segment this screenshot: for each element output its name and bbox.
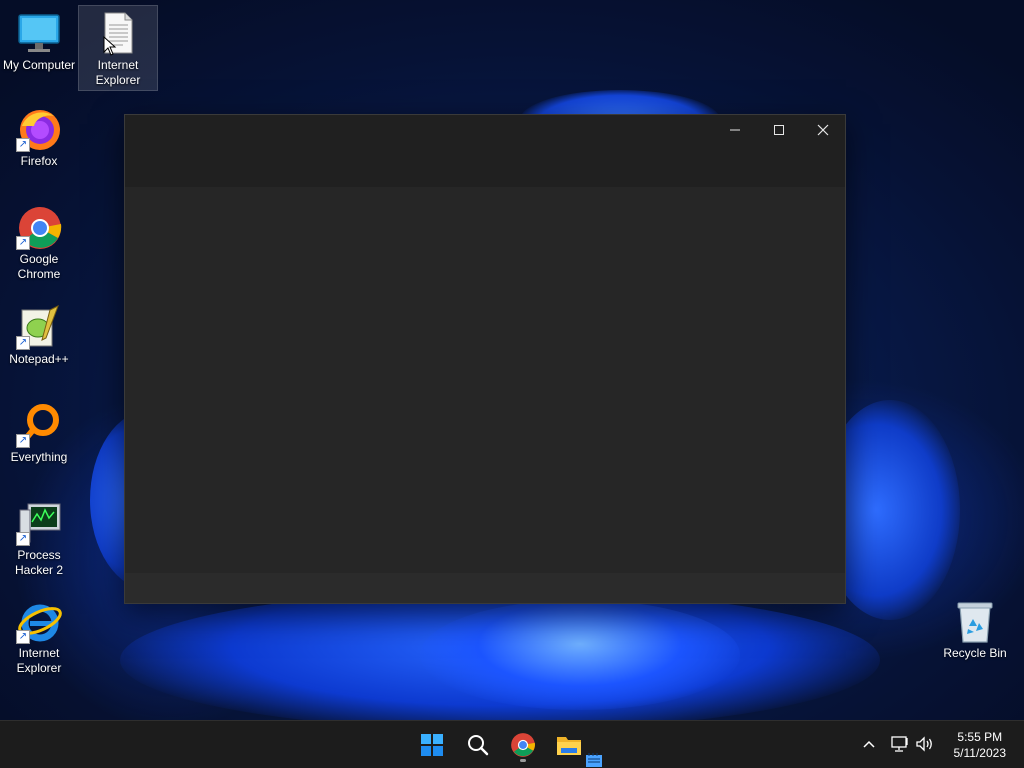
search-button[interactable]	[460, 727, 496, 763]
desktop-icon-everything[interactable]: ↗ Everything	[0, 398, 78, 465]
shortcut-arrow-icon: ↗	[16, 434, 30, 448]
shortcut-arrow-icon: ↗	[16, 236, 30, 250]
desktop-icon-label: Firefox	[20, 154, 58, 168]
chevron-up-icon	[863, 740, 875, 748]
desktop-icon-label: Google Chrome	[17, 252, 61, 281]
window-titlebar[interactable]	[125, 115, 845, 187]
window-bottom-bar	[125, 573, 845, 603]
recycle-bin-icon	[952, 598, 998, 644]
start-button[interactable]	[414, 727, 450, 763]
volume-icon	[916, 736, 932, 752]
maximize-icon	[774, 125, 784, 135]
mouse-cursor-icon	[103, 35, 117, 61]
shortcut-arrow-icon: ↗	[16, 138, 30, 152]
document-icon	[95, 10, 141, 56]
desktop-icon-label: My Computer	[2, 58, 76, 72]
desktop-icon-label: Internet Explorer	[95, 58, 141, 87]
close-button[interactable]	[801, 115, 845, 145]
shortcut-arrow-icon: ↗	[16, 336, 30, 350]
show-hidden-icons-button[interactable]	[858, 733, 880, 755]
desktop-icon-google-chrome[interactable]: ↗ Google Chrome	[0, 200, 78, 282]
app-window[interactable]	[124, 114, 846, 604]
process-hacker-icon: ↗	[16, 500, 62, 546]
taskbar-clock[interactable]: 5:55 PM 5/11/2023	[954, 729, 1007, 761]
taskbar-notepad[interactable]	[583, 751, 605, 768]
desktop-icon-label: Recycle Bin	[943, 646, 1007, 660]
notepadpp-icon: ↗	[16, 304, 62, 350]
desktop-icon-my-computer[interactable]: My Computer	[0, 6, 78, 73]
desktop-icon-label: Internet Explorer	[16, 646, 62, 675]
close-icon	[817, 124, 829, 136]
desktop-icon-process-hacker[interactable]: ↗ Process Hacker 2	[0, 496, 78, 578]
clock-date: 5/11/2023	[953, 746, 1007, 760]
taskbar-chrome[interactable]	[505, 727, 541, 763]
desktop-icon-label: Everything	[10, 450, 68, 464]
desktop-icon-label: Notepad++	[9, 352, 69, 366]
desktop-icon-recycle-bin[interactable]: Recycle Bin	[936, 594, 1014, 661]
monitor-icon	[16, 10, 62, 56]
chrome-icon	[511, 733, 535, 757]
firefox-icon: ↗	[16, 106, 62, 152]
taskbar: 5:55 PM 5/11/2023	[0, 720, 1024, 768]
volume-button[interactable]	[914, 733, 936, 755]
desktop-icon-notepad-plus-plus[interactable]: ↗ Notepad++	[0, 300, 78, 367]
taskbar-file-explorer[interactable]	[551, 727, 587, 763]
notepad-icon	[586, 753, 602, 767]
minimize-icon	[730, 129, 740, 131]
everything-icon: ↗	[16, 402, 62, 448]
shortcut-arrow-icon: ↗	[16, 532, 30, 546]
search-icon	[468, 735, 489, 756]
network-button[interactable]	[889, 733, 911, 755]
minimize-button[interactable]	[713, 115, 757, 145]
folder-icon	[557, 737, 581, 755]
desktop-icon-label: Process Hacker 2	[14, 548, 64, 577]
shortcut-arrow-icon: ↗	[16, 630, 30, 644]
wallpaper-bloom	[420, 600, 740, 710]
desktop-icon-internet-explorer[interactable]: ↗ Internet Explorer	[0, 594, 78, 676]
window-content[interactable]	[125, 187, 845, 573]
windows-start-icon	[421, 734, 443, 756]
ie-icon: ↗	[16, 598, 62, 644]
chrome-icon: ↗	[16, 204, 62, 250]
network-icon	[891, 736, 908, 752]
maximize-button[interactable]	[757, 115, 801, 145]
clock-time: 5:55 PM	[957, 730, 1003, 744]
desktop-icon-internet-explorer-file[interactable]: Internet Explorer	[78, 5, 158, 91]
desktop-icon-firefox[interactable]: ↗ Firefox	[0, 102, 78, 169]
running-indicator	[520, 759, 526, 762]
